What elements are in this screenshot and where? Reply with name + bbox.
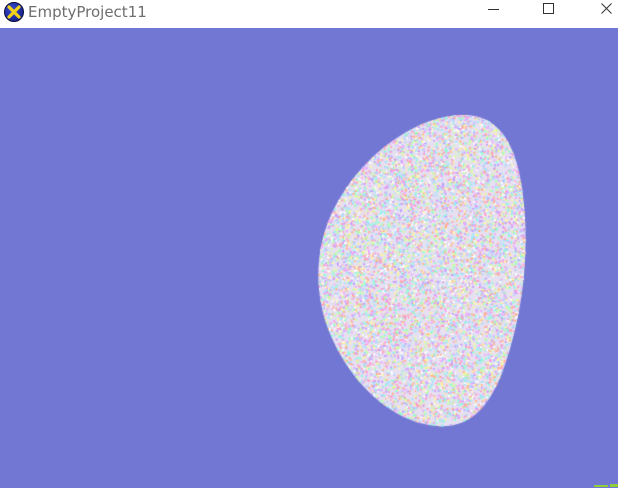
close-button[interactable] [582,0,618,20]
corner-status-mark [594,484,618,487]
close-icon [601,3,612,14]
directx-x-icon[interactable] [4,2,24,22]
window-title: EmptyProject11 [28,3,147,21]
minimize-icon [488,9,499,10]
maximize-button[interactable] [525,0,571,20]
minimize-button[interactable] [470,0,516,20]
app-window: EmptyProject11 [0,0,618,488]
maximize-icon [543,3,554,14]
noise-ellipsoid-render [0,28,618,488]
render-viewport[interactable] [0,28,618,488]
title-bar[interactable]: EmptyProject11 [0,0,618,28]
